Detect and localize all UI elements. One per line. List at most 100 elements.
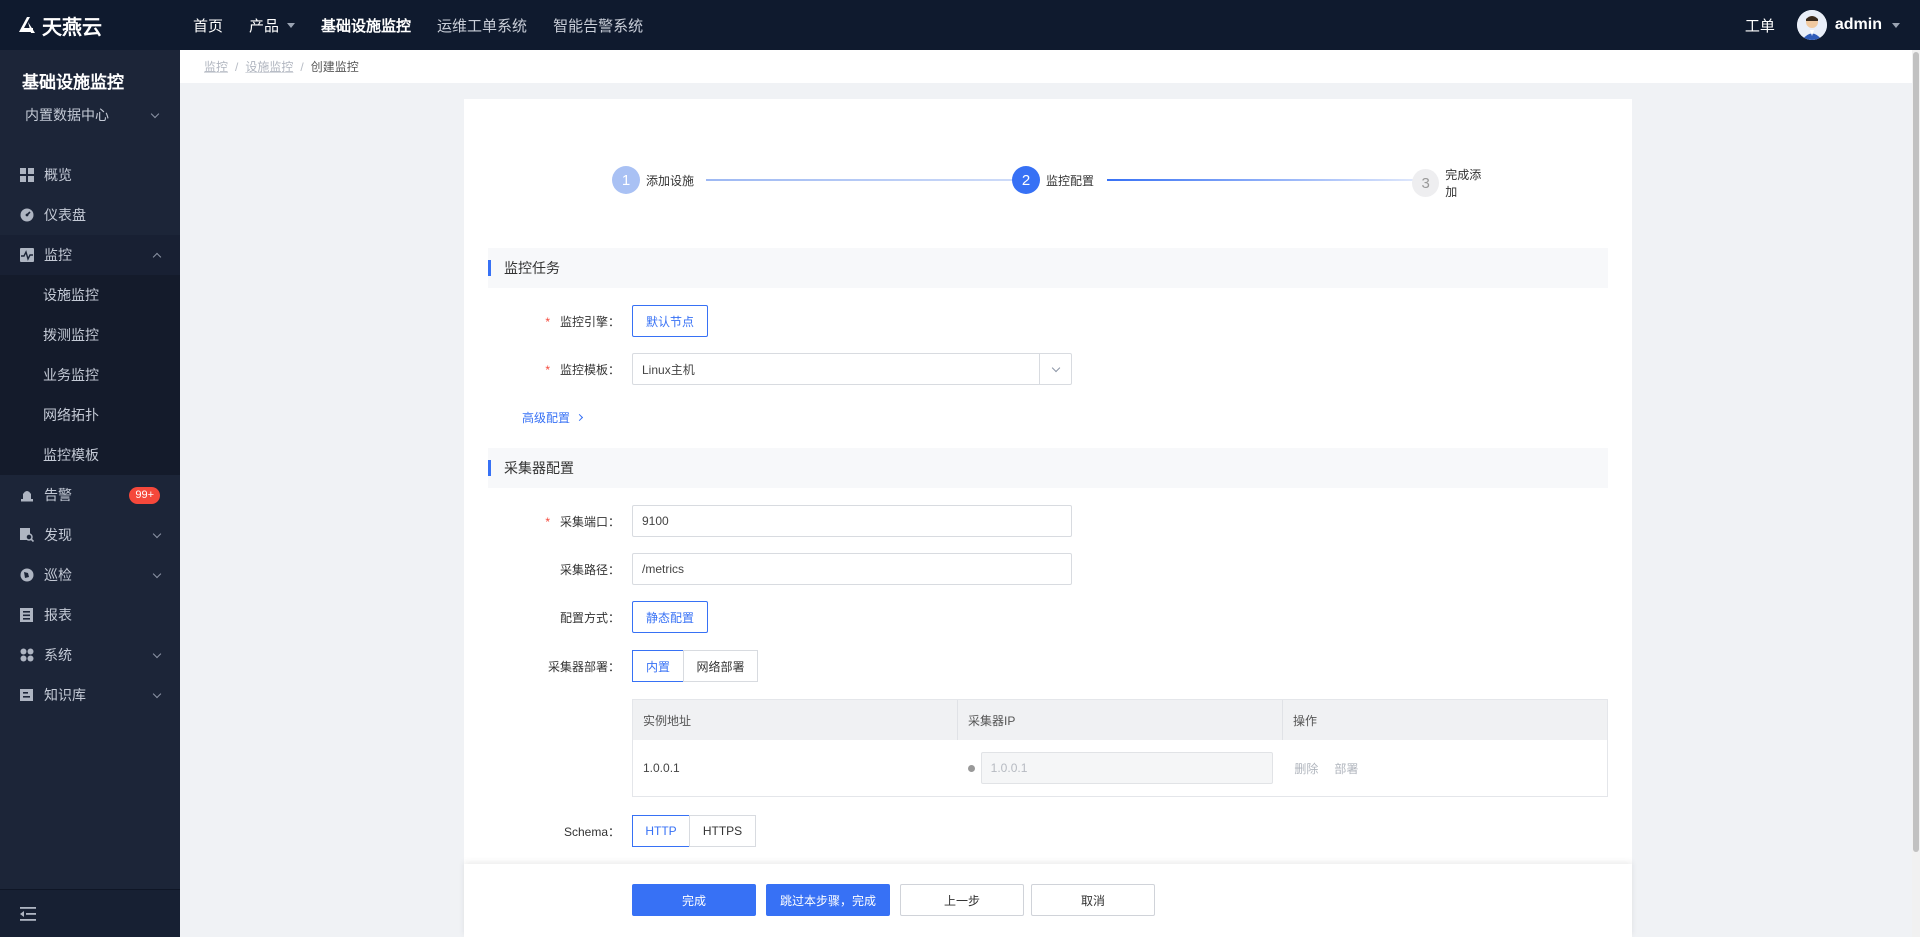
- select-dropdown-toggle[interactable]: [1039, 354, 1071, 384]
- nav-alert-system[interactable]: 智能告警系统: [540, 0, 656, 50]
- static-config-button[interactable]: 静态配置: [632, 601, 708, 633]
- breadcrumb-facility-monitor[interactable]: 设施监控: [245, 58, 293, 75]
- collector-ip-input[interactable]: 1.0.0.1: [980, 752, 1273, 784]
- breadcrumb-separator: /: [300, 59, 304, 74]
- alarm-siren-icon: [20, 488, 34, 502]
- sidebar-item-label: 发现: [44, 527, 72, 543]
- nav-products-label: 产品: [249, 17, 280, 35]
- sidebar-item-label: 概览: [44, 167, 72, 183]
- brand-name: 天燕云: [42, 16, 102, 39]
- required-mark: *: [545, 363, 550, 377]
- sidebar-item-knowledge[interactable]: 知识库: [0, 675, 180, 715]
- sidebar: 基础设施监控 内置数据中心 概览 仪表盘 监控 设施监控 拨测监控 业务监控 网…: [0, 50, 180, 937]
- engine-label-text: 监控引擎：: [559, 315, 620, 329]
- nav-ticket-system[interactable]: 运维工单系统: [424, 0, 540, 50]
- skip-and-finish-button[interactable]: 跳过本步骤，完成: [766, 884, 890, 916]
- config-mode-label: 配置方式：: [500, 609, 620, 626]
- chevron-down-icon: [152, 649, 162, 658]
- sidebar-subitem-facility-monitor[interactable]: 设施监控: [0, 275, 180, 315]
- deploy-link[interactable]: 部署: [1334, 760, 1358, 777]
- sidebar-title: 基础设施监控: [22, 73, 124, 92]
- engine-default-node-button[interactable]: 默认节点: [632, 305, 708, 337]
- finish-button[interactable]: 完成: [632, 884, 756, 916]
- cell-actions: 删除 部署: [1282, 740, 1607, 796]
- form-footer: 完成 跳过本步骤，完成 上一步 取消: [464, 864, 1632, 937]
- table-row: 1.0.0.1 1.0.0.1 删除 部署: [633, 740, 1607, 796]
- sidebar-subitem-business-monitor[interactable]: 业务监控: [0, 355, 180, 395]
- collector-port-input[interactable]: 9100: [632, 505, 1072, 537]
- avatar[interactable]: [1796, 10, 1827, 40]
- top-nav: 首页 产品 基础设施监控 运维工单系统 智能告警系统: [180, 0, 656, 50]
- alarm-count-badge: 99+: [129, 486, 160, 504]
- sidebar-item-label: 系统: [44, 647, 72, 663]
- sidebar-item-overview[interactable]: 概览: [0, 155, 180, 195]
- step-3-label: 完成添加: [1445, 168, 1482, 199]
- instance-address: 1.0.0.1: [643, 761, 680, 775]
- datacenter-select[interactable]: 内置数据中心: [22, 105, 160, 125]
- config-mode-label-text: 配置方式：: [559, 611, 620, 625]
- collector-port-value: 9100: [642, 514, 669, 528]
- user-caret-down-icon[interactable]: [1892, 22, 1900, 28]
- deploy-builtin-option[interactable]: 内置: [632, 650, 684, 682]
- chevron-right-icon: [575, 413, 584, 422]
- advanced-config-link[interactable]: 高级配置: [522, 409, 584, 426]
- chevron-up-icon: [152, 252, 162, 261]
- sidebar-subitem-monitor-template[interactable]: 监控模板: [0, 435, 180, 475]
- sidebar-item-report[interactable]: 报表: [0, 595, 180, 635]
- nav-products[interactable]: 产品: [236, 0, 308, 50]
- logo[interactable]: 天燕云: [0, 11, 180, 40]
- user-avatar-icon: [1796, 10, 1827, 40]
- report-document-icon: [20, 608, 34, 622]
- cancel-button[interactable]: 取消: [1031, 884, 1155, 916]
- deploy-network-option[interactable]: 网络部署: [683, 650, 758, 682]
- sidebar-item-label: 监控: [44, 247, 72, 263]
- th-instance: 实例地址: [633, 700, 958, 740]
- section-monitor-task: 监控任务: [488, 248, 1608, 288]
- schema-http-option[interactable]: HTTP: [632, 815, 690, 847]
- template-select[interactable]: Linux主机: [632, 353, 1072, 385]
- inspect-globe-icon: [20, 568, 34, 582]
- sidebar-item-alarm[interactable]: 告警 99+: [0, 475, 180, 515]
- nav-infra-monitor[interactable]: 基础设施监控: [308, 0, 424, 50]
- collapse-menu-icon: [20, 906, 36, 921]
- sidebar-subitem-network-topology[interactable]: 网络拓扑: [0, 395, 180, 435]
- dashboard-gauge-icon: [20, 208, 34, 222]
- sidebar-subitem-dial-monitor[interactable]: 拨测监控: [0, 315, 180, 355]
- breadcrumb-monitor[interactable]: 监控: [204, 58, 228, 75]
- sidebar-item-inspect[interactable]: 巡检: [0, 555, 180, 595]
- page-scrollbar-thumb[interactable]: [1913, 52, 1919, 852]
- collector-path-input[interactable]: /metrics: [632, 553, 1072, 585]
- sidebar-item-monitor[interactable]: 监控: [0, 235, 180, 275]
- th-actions: 操作: [1293, 713, 1318, 728]
- deploy-network-label: 网络部署: [696, 659, 745, 674]
- sidebar-item-discover[interactable]: 发现: [0, 515, 180, 555]
- monitor-submenu: 设施监控 拨测监控 业务监控 网络拓扑 监控模板: [0, 275, 180, 475]
- previous-step-button[interactable]: 上一步: [900, 884, 1024, 916]
- sidebar-item-system[interactable]: 系统: [0, 635, 180, 675]
- step-1: 1 添加设施: [612, 166, 694, 194]
- th-collector-ip: 采集器IP: [958, 700, 1283, 740]
- chevron-down-icon: [1051, 363, 1060, 372]
- cell-collector-ip: 1.0.0.1: [958, 740, 1283, 796]
- chevron-down-icon: [152, 529, 162, 538]
- template-label-text: 监控模板：: [559, 363, 620, 377]
- chevron-down-icon: [150, 109, 160, 118]
- sidebar-collapse-button[interactable]: [0, 889, 180, 937]
- ticket-link[interactable]: 工单: [1745, 15, 1775, 36]
- create-monitor-card: 1 添加设施 2 监控配置 3 完成添加 监控任务 * 监控引擎： 默认节点 * 监…: [464, 99, 1632, 937]
- sidebar-item-dashboard[interactable]: 仪表盘: [0, 195, 180, 235]
- breadcrumb-separator: /: [235, 59, 239, 74]
- username[interactable]: admin: [1835, 16, 1882, 34]
- nav-ticket-system-label: 运维工单系统: [437, 17, 528, 35]
- schema-https-option[interactable]: HTTPS: [689, 815, 756, 847]
- schema-toggle: HTTP HTTPS: [632, 815, 756, 847]
- engine-value: 默认节点: [645, 314, 694, 329]
- nav-home[interactable]: 首页: [180, 0, 236, 50]
- skip-and-finish-label: 跳过本步骤，完成: [779, 893, 876, 908]
- deploy-label-text: 采集器部署：: [547, 660, 620, 674]
- step-2: 2 监控配置: [1012, 166, 1094, 194]
- caret-down-icon: [287, 22, 296, 28]
- delete-link[interactable]: 删除: [1294, 760, 1318, 777]
- pulse-chart-icon: [20, 248, 34, 262]
- schema-label-text: Schema：: [563, 825, 620, 839]
